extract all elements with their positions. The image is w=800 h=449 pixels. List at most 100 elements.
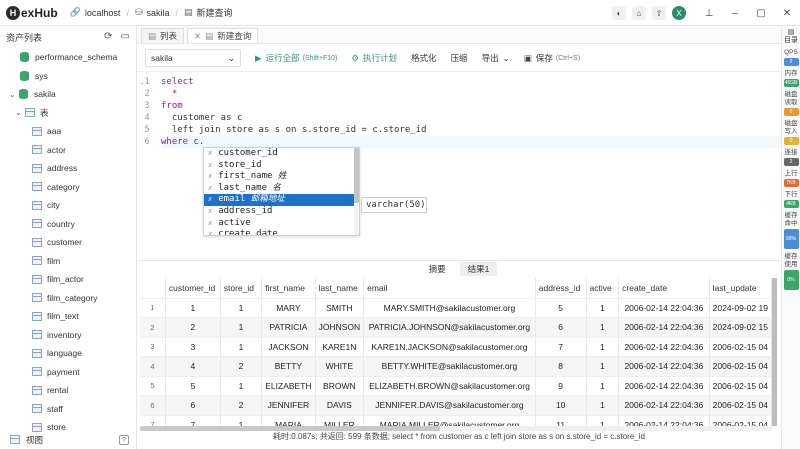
refresh-icon[interactable]: ⟳ [104,31,112,42]
autocomplete-item[interactable]: x create_date [204,229,359,235]
table-cell[interactable]: 6 [535,317,587,338]
table-cell[interactable]: ELIZABETH.BROWN@sakilacustomer.org [363,376,536,396]
table-cell[interactable]: 2006-02-14 22:04:36 [618,337,710,357]
close-tab-icon[interactable]: ✕ [194,31,201,42]
table-cell[interactable]: 2006-02-14 22:04:36 [618,395,710,416]
table-cell[interactable]: JOHNSON [315,317,365,338]
table-row[interactable]: 3 3 1 JACKSON KARE1N KARE1N.JACKSON@sakilacus… [140,337,772,357]
breadcrumb-db[interactable]: sakila [147,8,170,18]
table-row[interactable]: 4 4 2 BETTY WHITE BETTY.WHITE@sakilacustomer.… [140,356,772,377]
compress-button[interactable]: 压缩 [451,52,468,64]
grid-vertical-scroll-thumb[interactable] [772,278,777,426]
column-header[interactable] [140,278,166,299]
breadcrumb-query[interactable]: 新建查询 [197,6,233,19]
autocomplete-item[interactable]: x first_name 姓 [204,171,359,183]
column-header[interactable]: email [363,278,536,299]
tab-summary[interactable]: 摘要 [421,262,454,276]
upload-icon[interactable]: ⇧ [652,6,666,20]
tree-item-table-customer[interactable]: customer [0,233,136,252]
table-cell[interactable]: ELIZABETH [261,376,316,396]
new-folder-icon[interactable]: ▭ [121,31,130,42]
tree-item-table-address[interactable]: address [0,159,136,178]
table-cell[interactable]: WHITE [315,356,365,377]
tab-result-1[interactable]: 结果1 [459,262,498,276]
table-cell[interactable]: SMITH [315,298,365,318]
table-cell[interactable]: 2 [165,317,221,338]
row-number[interactable]: 3 [140,337,166,357]
table-cell[interactable]: BROWN [315,376,365,396]
table-cell[interactable]: DAVIS [315,395,365,416]
pin-icon[interactable]: ⊥ [696,8,722,19]
table-row[interactable]: 6 6 2 JENNIFER DAVIS JENNIFER.DAVIS@sakilacus… [140,395,772,416]
table-cell[interactable]: 2024-09-02 19 [709,298,772,318]
fold-icon[interactable]: ⌄ [140,76,144,88]
table-cell[interactable]: 2006-02-15 04 [709,337,772,357]
table-cell[interactable]: JENNIFER.DAVIS@sakilacustomer.org [363,395,536,416]
table-cell[interactable]: 1 [586,298,620,318]
home-icon[interactable]: ⌂ [632,6,646,20]
table-cell[interactable]: 8 [535,356,587,377]
explain-button[interactable]: ⚙ 执行计划 [351,52,397,64]
table-cell[interactable]: 5 [165,376,221,396]
tree-item-table-film-text[interactable]: film_text [0,307,136,326]
tree-item-table-film-category[interactable]: film_category [0,289,136,308]
column-header[interactable]: active [586,278,620,299]
help-icon[interactable]: ? [119,435,129,445]
table-cell[interactable]: 4 [165,356,221,377]
table-cell[interactable]: 1 [586,395,620,416]
tree-item-table-staff[interactable]: staff [0,400,136,419]
column-header[interactable]: create_date [618,278,710,299]
autocomplete-item[interactable]: x email 邮箱地址 [204,194,359,206]
table-cell[interactable]: 2006-02-15 04 [709,356,772,377]
tree-item-sakila[interactable]: ⌄ sakila [0,85,136,104]
avatar[interactable]: X [672,6,686,20]
code-area[interactable]: select * from customer as c left join st… [161,76,781,148]
tree-item-performance-schema[interactable]: performance_schema [0,48,136,67]
table-cell[interactable]: JENNIFER [261,395,316,416]
table-cell[interactable]: 1 [586,356,620,377]
autocomplete-item[interactable]: x active [204,218,359,230]
tree-item-table-rental[interactable]: rental [0,381,136,400]
table-cell[interactable]: 1 [586,337,620,357]
run-all-button[interactable]: ▶ 运行全部 (Shift+F10) [255,52,337,64]
table-row[interactable]: 2 2 1 PATRICIA JOHNSON PATRICIA.JOHNSON@sakil… [140,317,772,338]
table-cell[interactable]: 5 [535,298,587,318]
table-cell[interactable]: 1 [165,298,221,318]
table-cell[interactable]: 6 [165,395,221,416]
row-number[interactable]: 7 [140,415,166,426]
table-cell[interactable]: 7 [535,337,587,357]
table-cell[interactable]: 2 [220,395,263,416]
autocomplete-item[interactable]: x customer_id [204,148,359,160]
table-cell[interactable]: 1 [220,337,263,357]
table-cell[interactable]: MARY.SMITH@sakilacustomer.org [363,298,536,318]
save-button[interactable]: ▣ 保存 (Ctrl+S) [524,52,580,64]
tree-item-table-aaa[interactable]: aaa [0,122,136,141]
column-header[interactable]: store_id [220,278,263,299]
table-cell[interactable]: 7 [165,415,221,426]
column-header[interactable]: last_update [709,278,772,299]
table-cell[interactable]: 11 [535,415,587,426]
tree-item-table-language[interactable]: language [0,344,136,363]
table-cell[interactable]: 1 [220,298,263,318]
table-cell[interactable]: 1 [586,317,620,338]
table-cell[interactable]: BETTY [261,356,316,377]
export-button[interactable]: 导出 ⌄ [482,52,510,64]
table-cell[interactable]: 9 [535,376,587,396]
tree-item-table-actor[interactable]: actor [0,141,136,160]
format-button[interactable]: 格式化 [411,52,437,64]
row-number[interactable]: 1 [140,298,166,318]
row-number[interactable]: 5 [140,376,166,396]
table-cell[interactable]: 10 [535,395,587,416]
tree-item-sys[interactable]: sys [0,67,136,86]
tree-item-table-country[interactable]: country [0,215,136,234]
breadcrumb-host[interactable]: localhost [85,8,121,18]
row-number[interactable]: 6 [140,395,166,416]
table-row[interactable]: 7 7 1 MARIA MILLER MARIA.MILLER@sakilacustome… [140,415,772,426]
row-number[interactable]: 2 [140,317,166,338]
column-header[interactable]: address_id [535,278,587,299]
tree-item-table-city[interactable]: city [0,196,136,215]
table-cell[interactable]: PATRICIA.JOHNSON@sakilacustomer.org [363,317,536,338]
tree-item-table-category[interactable]: category [0,178,136,197]
chevron-down-icon[interactable]: ⌄ [9,90,19,99]
table-cell[interactable]: 1 [586,415,620,426]
